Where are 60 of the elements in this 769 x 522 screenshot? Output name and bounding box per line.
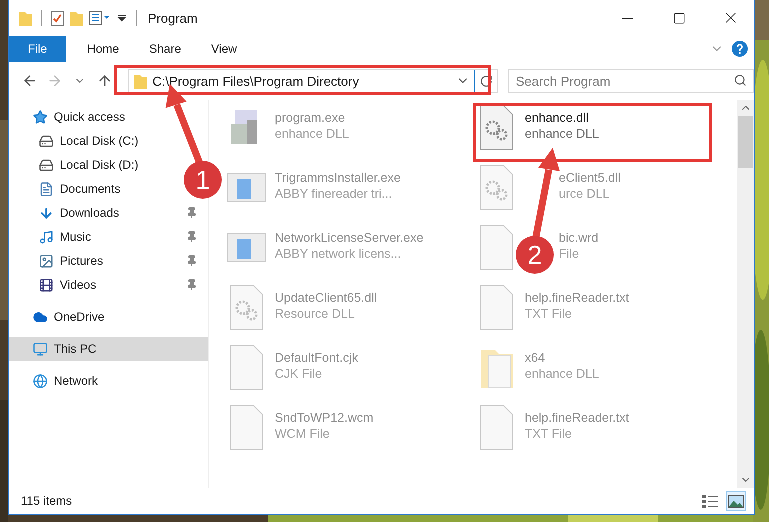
image-icon	[39, 254, 54, 268]
file-type: enhance DLL	[525, 127, 600, 141]
properties-icon[interactable]	[89, 11, 111, 25]
sidebar-item[interactable]: Music	[9, 225, 208, 249]
file-type: WCM File	[275, 427, 331, 441]
file-name[interactable]: enhance.dll	[525, 111, 600, 125]
help-icon[interactable]	[732, 41, 748, 57]
forward-icon	[46, 73, 63, 89]
ribbon-tab[interactable]: Share	[134, 36, 196, 62]
image-icon	[728, 494, 744, 508]
star-icon	[33, 110, 48, 124]
file-type: CJK File	[275, 367, 324, 381]
sidebar-item[interactable]: OneDrive	[9, 305, 111, 329]
back-icon	[22, 73, 38, 89]
sidebar-item[interactable]: Quick access	[9, 105, 132, 129]
cloud-icon	[33, 310, 48, 324]
film-icon	[39, 278, 54, 292]
scroll-thumb[interactable]	[738, 116, 753, 168]
search-field[interactable]: Search Program	[508, 69, 754, 93]
download-icon	[39, 206, 54, 220]
folder-icon	[134, 73, 147, 89]
sidebar-item[interactable]: Pictures	[9, 249, 208, 273]
sidebar-item[interactable]: Videos	[9, 273, 208, 297]
scrollbar[interactable]	[737, 100, 754, 488]
step-number: 2	[516, 236, 554, 274]
window-title: Program	[148, 10, 198, 26]
sidebar-item[interactable]: Downloads	[9, 201, 208, 225]
search-icon	[734, 74, 748, 87]
music-icon	[39, 230, 54, 244]
file-type: TXT File	[525, 307, 573, 321]
sidebar-item[interactable]: Local Disk (C:)	[9, 129, 145, 153]
file-type: Resource DLL	[275, 307, 356, 321]
network-icon	[33, 374, 48, 388]
document-icon	[39, 182, 54, 196]
maximize-icon	[672, 12, 686, 24]
sidebar-item[interactable]: This PC	[9, 337, 208, 361]
file-type: TXT File	[525, 427, 573, 441]
file-menu-tab[interactable]: File	[9, 36, 66, 62]
caret-icon[interactable]	[117, 13, 127, 23]
step-number: 1	[184, 161, 222, 199]
address-bar[interactable]: C:\Program Files\Program Directory	[128, 69, 498, 93]
file-type: File	[559, 247, 580, 261]
sidebar-item[interactable]: Local Disk (D:)	[9, 153, 145, 177]
drive-icon	[39, 134, 54, 148]
sidebar-item[interactable]: Documents	[9, 177, 127, 201]
file-type: ABBY network licens...	[275, 247, 402, 261]
file-type: enhance DLL	[275, 127, 350, 141]
details-icon	[702, 494, 718, 508]
ribbon-tab[interactable]: View	[196, 36, 252, 62]
file-type: enhance DLL	[525, 367, 600, 381]
large-icons-view-button[interactable]	[726, 491, 746, 511]
item-count: 115 items	[21, 494, 74, 508]
sidebar-item[interactable]: Network	[9, 369, 104, 393]
ribbon-tab[interactable]: Home	[72, 36, 134, 62]
monitor-icon	[33, 342, 48, 356]
file-type: ABBY finereader tri...	[275, 187, 394, 201]
file-type: urce DLL	[559, 187, 611, 201]
drive-icon	[39, 158, 54, 172]
checklist-icon[interactable]	[51, 10, 64, 26]
refresh-icon	[480, 74, 493, 88]
